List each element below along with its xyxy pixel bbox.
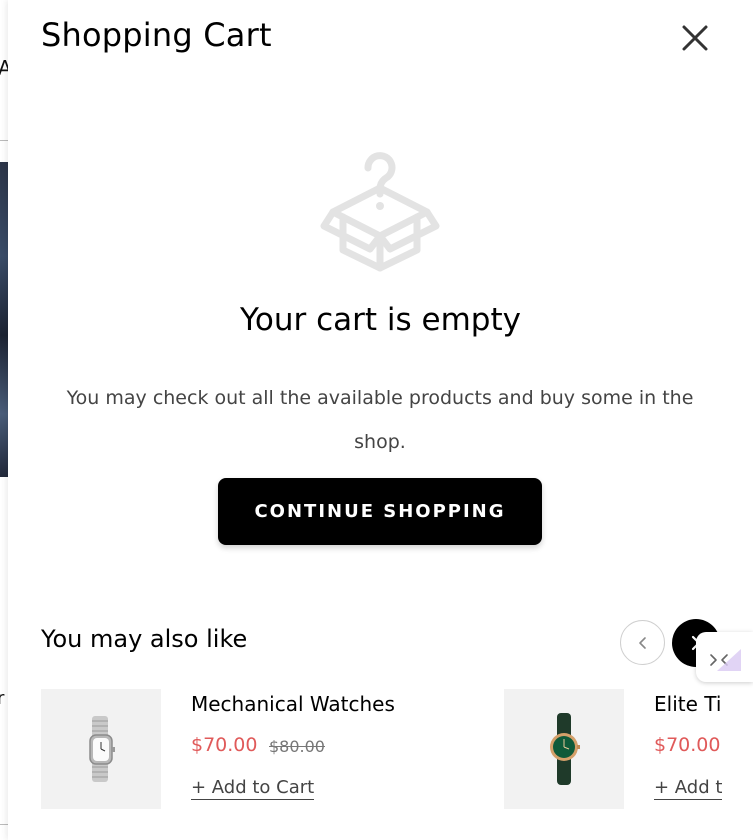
background-divider bbox=[0, 824, 8, 825]
product-card: Mechanical Watches $70.00 $80.00 + Add t… bbox=[41, 689, 481, 811]
product-old-price: $80.00 bbox=[269, 737, 325, 756]
product-price: $70.00 bbox=[654, 734, 721, 756]
empty-cart-heading: Your cart is empty bbox=[240, 302, 521, 338]
product-image[interactable] bbox=[41, 689, 161, 809]
chat-widget-button[interactable] bbox=[696, 632, 753, 682]
empty-box-question-icon bbox=[320, 152, 440, 272]
empty-cart-message: You may check out all the available prod… bbox=[66, 387, 694, 453]
background-text-fragment: r bbox=[0, 688, 5, 709]
background-page: A r bbox=[0, 0, 8, 840]
product-image[interactable] bbox=[504, 689, 624, 809]
carousel-prev-button[interactable] bbox=[620, 620, 665, 665]
close-button[interactable] bbox=[679, 22, 711, 54]
silver-bracelet-watch-image bbox=[89, 716, 115, 782]
product-name[interactable]: Elite Ti bbox=[654, 692, 721, 716]
add-to-cart-link[interactable]: + Add t bbox=[654, 777, 723, 800]
close-icon bbox=[682, 25, 708, 51]
background-divider bbox=[0, 140, 8, 141]
cart-drawer: Shopping Cart Your cart is empty You may… bbox=[8, 0, 753, 840]
continue-shopping-button[interactable]: CONTINUE SHOPPING bbox=[218, 478, 542, 545]
chevron-left-icon bbox=[638, 636, 646, 649]
add-to-cart-link[interactable]: + Add to Cart bbox=[191, 777, 315, 800]
background-text-fragment: A bbox=[0, 56, 8, 80]
cart-title: Shopping Cart bbox=[41, 16, 272, 54]
product-price: $70.00 bbox=[191, 734, 258, 756]
background-image-strip bbox=[0, 162, 8, 477]
product-name[interactable]: Mechanical Watches bbox=[191, 692, 395, 716]
chat-widget-icon bbox=[709, 649, 741, 671]
product-card: Elite Ti $70.00 + Add t bbox=[504, 689, 753, 811]
green-dial-leather-watch-image bbox=[550, 713, 580, 785]
recommendations-title: You may also like bbox=[41, 625, 248, 653]
